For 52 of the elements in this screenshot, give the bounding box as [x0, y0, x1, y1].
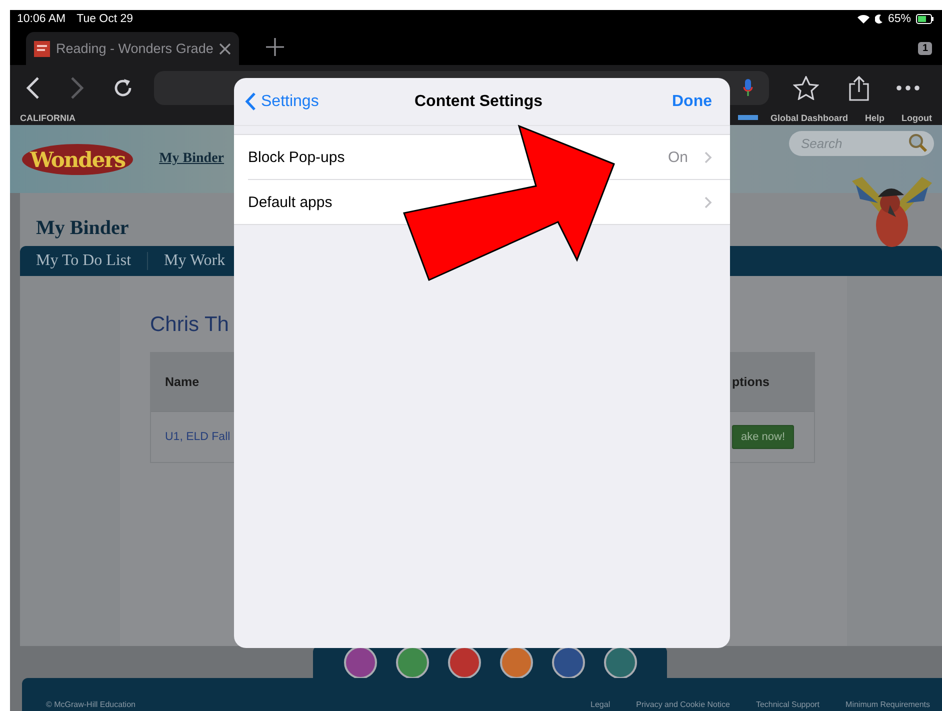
battery-percent: 65%: [888, 13, 911, 25]
settings-row[interactable]: Block Pop-ups On: [248, 135, 730, 179]
new-tab-icon[interactable]: [265, 37, 285, 57]
top-link[interactable]: Help: [864, 112, 884, 122]
status-time: 10:06 AM: [17, 13, 66, 25]
dialog-title: Content Settings: [414, 92, 542, 110]
more-icon[interactable]: [896, 84, 920, 90]
tab-count[interactable]: 1: [918, 42, 932, 55]
wonders-logo[interactable]: Wonders: [22, 144, 134, 174]
forward-icon[interactable]: [70, 76, 84, 100]
share-icon[interactable]: [848, 74, 870, 100]
page-heading: My Binder: [36, 217, 129, 239]
wifi-icon: [856, 14, 870, 24]
tab-title: Reading - Wonders Grade: [56, 41, 213, 56]
chevron-right-icon: [704, 196, 712, 208]
table-header: ptions: [732, 353, 814, 411]
footer-link[interactable]: Privacy and Cookie Notice: [636, 700, 730, 709]
app-icon[interactable]: [448, 646, 480, 678]
take-button[interactable]: ake now!: [732, 425, 794, 449]
student-name: Chris Th: [150, 314, 230, 336]
top-link[interactable]: Global Dashboard: [770, 112, 848, 122]
star-icon[interactable]: [793, 76, 819, 100]
footer-link[interactable]: Minimum Requirements: [846, 700, 930, 709]
status-date: Tue Oct 29: [76, 13, 134, 25]
app-icon[interactable]: [552, 646, 584, 678]
chevron-left-icon: [245, 92, 256, 111]
reload-icon[interactable]: [112, 76, 134, 98]
site-favicon: [34, 40, 50, 56]
microphone-icon[interactable]: [743, 78, 753, 96]
moon-icon: [874, 14, 883, 24]
search-icon[interactable]: [908, 133, 928, 153]
region-label: CALIFORNIA: [20, 112, 76, 122]
row-value: On: [668, 148, 688, 166]
close-icon[interactable]: [219, 42, 231, 54]
back-button[interactable]: Settings: [245, 92, 319, 111]
page-tab[interactable]: My To Do List: [20, 252, 148, 270]
battery-icon: [916, 14, 934, 24]
app-icon[interactable]: [500, 646, 532, 678]
nav-link[interactable]: My Binder: [159, 151, 224, 167]
browser-tab[interactable]: Reading - Wonders Grade: [26, 32, 239, 65]
app-icon[interactable]: [396, 646, 428, 678]
back-icon[interactable]: [26, 76, 40, 100]
page-tab[interactable]: My Work: [148, 252, 226, 270]
top-link[interactable]: Logout: [902, 112, 932, 122]
chevron-right-icon: [704, 150, 712, 164]
copyright-text: © McGraw-Hill Education: [46, 700, 136, 709]
app-icon[interactable]: [344, 646, 376, 678]
footer-link[interactable]: Technical Support: [756, 700, 820, 709]
assignment-link[interactable]: U1, ELD Fall: [165, 431, 230, 443]
done-button[interactable]: Done: [672, 92, 712, 110]
footer-link[interactable]: Legal: [590, 700, 610, 709]
app-icon[interactable]: [604, 646, 636, 678]
